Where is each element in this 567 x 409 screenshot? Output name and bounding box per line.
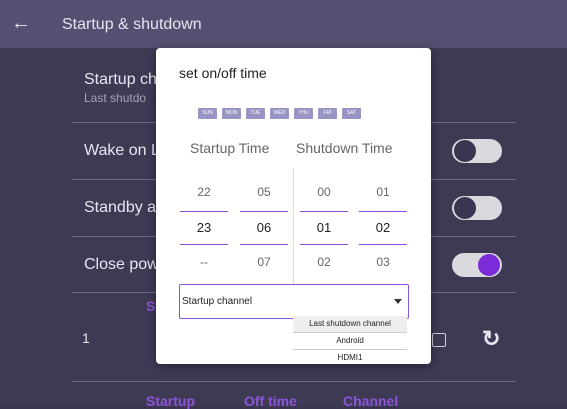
day-fri[interactable]: FRI [318,108,337,119]
time-divider [293,168,294,286]
day-wed[interactable]: WED [270,108,289,119]
picker-line [359,211,407,212]
weekday-selector: SUN MON TUE WED THU FRI SAT [198,108,361,119]
shutdown-minute-prev[interactable]: 01 [359,185,407,199]
setting-label: Standby a [84,199,157,216]
schedule-checkbox[interactable] [432,333,446,347]
channel-option-hdmi1[interactable]: HDMI1 [293,350,407,364]
standby-toggle[interactable] [452,196,502,220]
shutdown-hour-prev[interactable]: 00 [300,185,348,199]
shutdown-minute-next[interactable]: 03 [359,255,407,269]
dialog-title: set on/off time [179,65,267,81]
shutdown-hour-selected[interactable]: 01 [300,220,348,235]
setting-sublabel: Last shutdo [84,91,147,105]
picker-line [300,211,348,212]
picker-line [180,211,228,212]
refresh-icon[interactable]: ↻ [482,326,500,352]
day-mon[interactable]: MON [222,108,241,119]
day-sat[interactable]: SAT [342,108,361,119]
channel-option-android[interactable]: Android [293,333,407,350]
picker-line [359,244,407,245]
schedule-index: 1 [82,330,90,346]
setting-label: Wake on L [84,142,160,159]
setting-label: Close pow [84,256,159,273]
set-on-off-time-dialog: set on/off time SUN MON TUE WED THU FRI … [156,48,431,364]
startup-hour-next[interactable]: -- [180,255,228,269]
day-thu[interactable]: THU [294,108,313,119]
app-header: ← Startup & shutdown [0,0,567,48]
startup-minute-next[interactable]: 07 [240,255,288,269]
channel-options-list: Last shutdown channel Android HDMI1 [293,316,407,364]
startup-minute-selected[interactable]: 06 [240,220,288,235]
footer-col-off-time: Off time [244,393,297,409]
startup-time-heading: Startup Time [190,140,270,156]
footer-col-channel: Channel [343,393,399,409]
footer-col-startup: Startup [146,393,195,409]
dropdown-label: Startup channel [182,296,253,307]
startup-hour-prev[interactable]: 22 [180,185,228,199]
startup-minute-prev[interactable]: 05 [240,185,288,199]
toggle-knob [454,197,476,219]
toggle-knob [478,254,500,276]
picker-line [240,211,288,212]
shutdown-time-heading: Shutdown Time [296,140,393,156]
back-arrow-icon[interactable]: ← [11,11,31,35]
startup-hour-selected[interactable]: 23 [180,220,228,235]
shutdown-minute-selected[interactable]: 02 [359,220,407,235]
setting-label: Startup ch [84,71,157,88]
picker-line [240,244,288,245]
close-power-toggle[interactable] [452,253,502,277]
startup-channel-dropdown[interactable]: Startup channel [179,284,409,319]
day-sun[interactable]: SUN [198,108,217,119]
picker-line [300,244,348,245]
day-tue[interactable]: TUE [246,108,265,119]
channel-option-last-shutdown[interactable]: Last shutdown channel [293,316,407,333]
shutdown-hour-next[interactable]: 02 [300,255,348,269]
chevron-down-icon [394,299,402,304]
picker-line [180,244,228,245]
wake-on-lan-toggle[interactable] [452,139,502,163]
toggle-knob [454,140,476,162]
page-title: Startup & shutdown [62,16,202,33]
